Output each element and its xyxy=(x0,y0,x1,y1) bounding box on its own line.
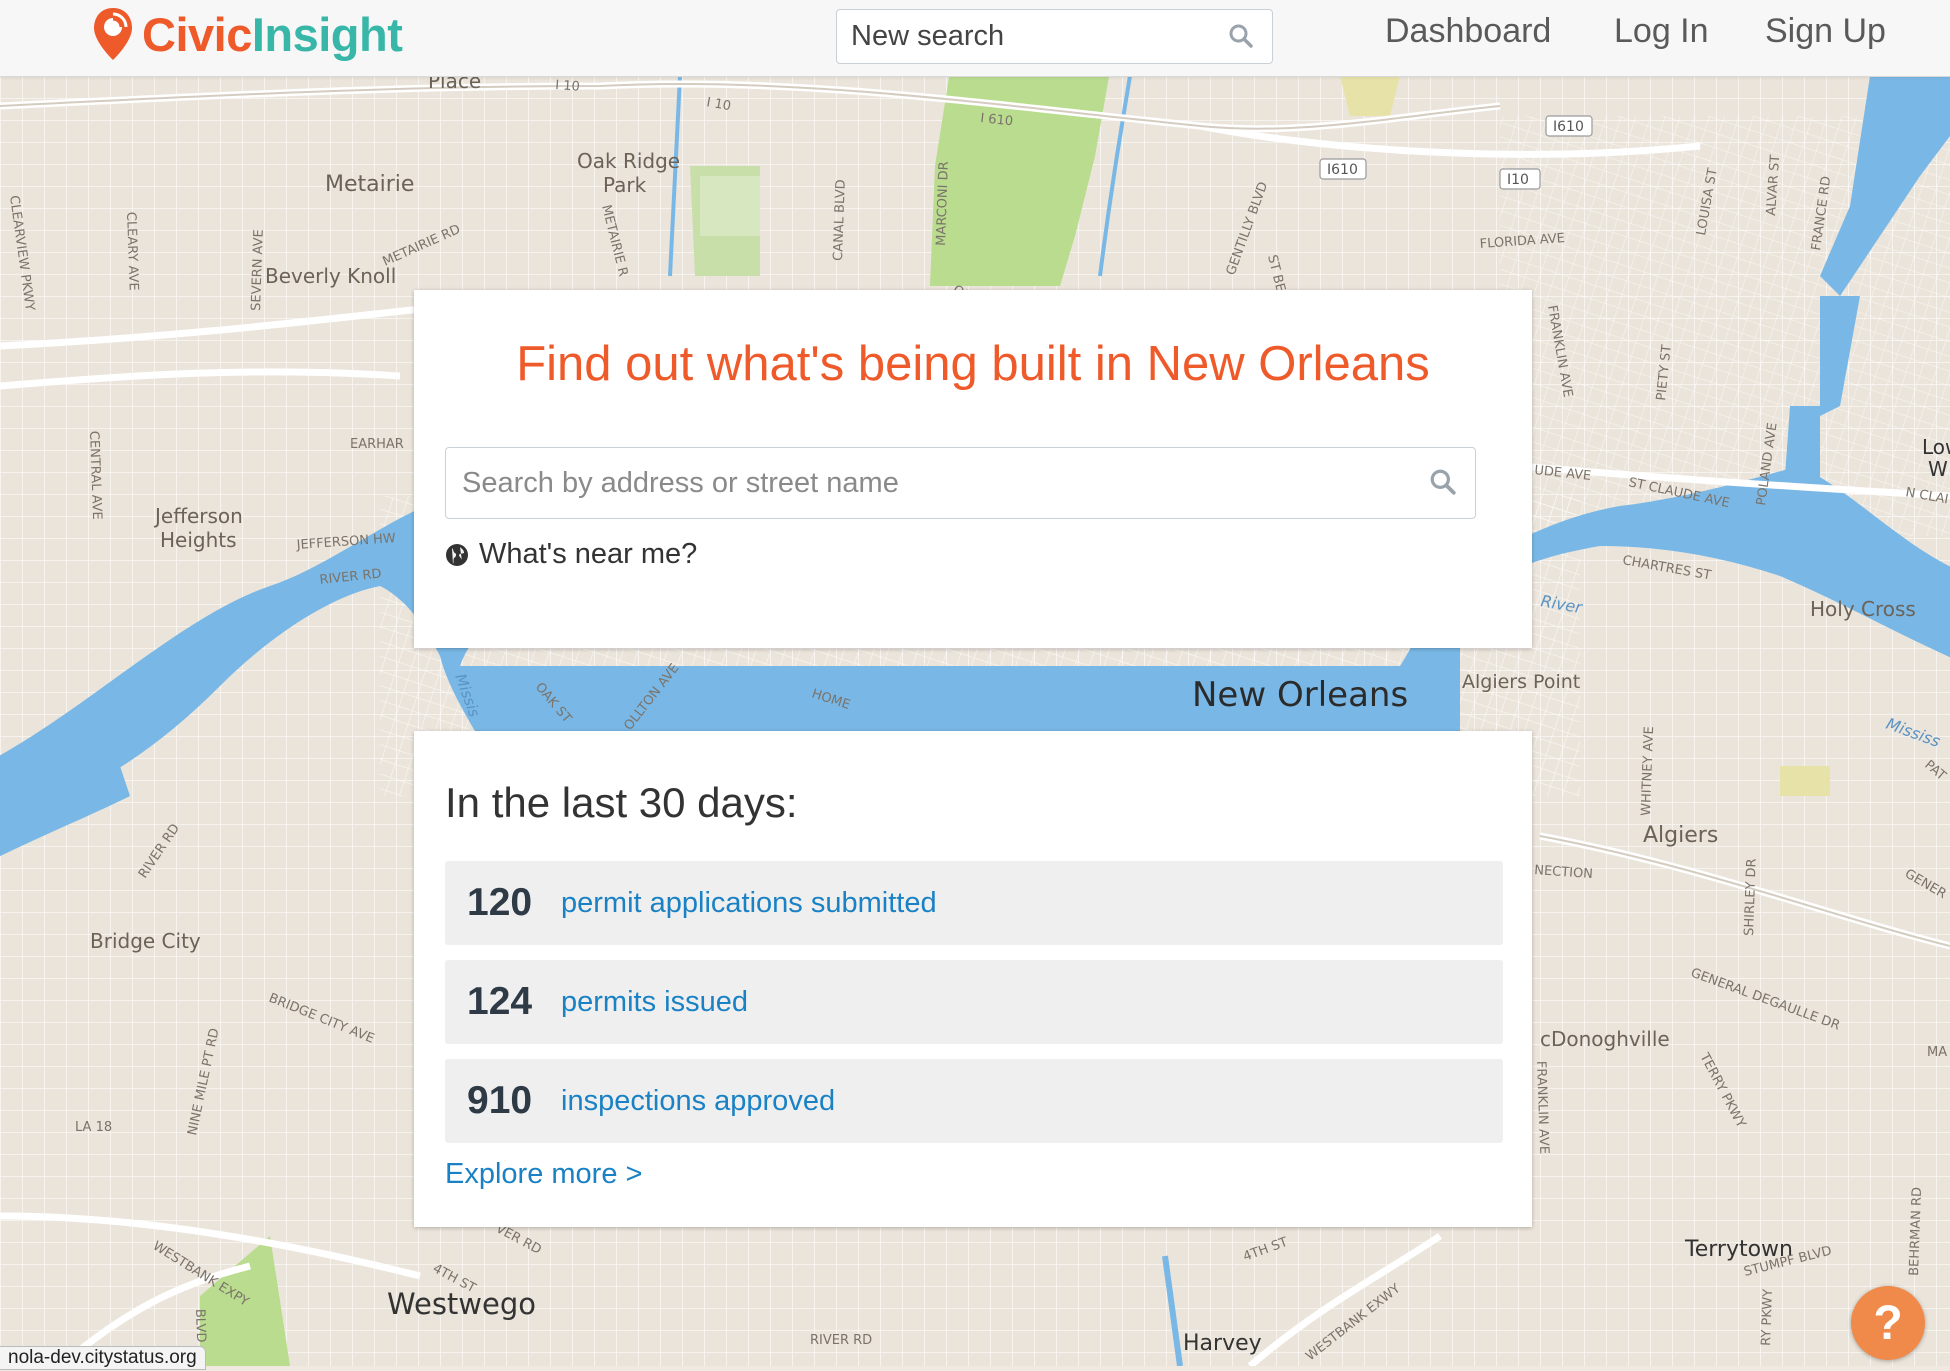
nav-dashboard[interactable]: Dashboard xyxy=(1385,12,1551,51)
stat-row-applications[interactable]: 120 permit applications submitted xyxy=(445,861,1503,945)
stat-value: 124 xyxy=(467,980,533,1023)
street-label: BLVD xyxy=(192,1309,208,1343)
search-icon[interactable] xyxy=(1429,468,1457,501)
stats-heading: In the last 30 days: xyxy=(445,779,798,826)
help-button[interactable]: ? xyxy=(1851,1286,1925,1360)
street-label: I 10 xyxy=(555,78,581,95)
place-label: Metairie xyxy=(325,172,414,197)
interstate-shield: I10 xyxy=(1499,168,1541,190)
street-label: CLEARY AVE xyxy=(123,212,141,291)
stat-link-applications[interactable]: permit applications submitted xyxy=(561,887,937,920)
place-label: Place xyxy=(428,76,481,93)
explore-more-link[interactable]: Explore more > xyxy=(445,1158,642,1191)
place-label: Algiers Point xyxy=(1462,671,1580,693)
place-label: Harvey xyxy=(1183,1331,1262,1356)
place-label: cDonoghville xyxy=(1540,1027,1670,1051)
park-area-2 xyxy=(700,176,760,236)
place-label: Holy Cross xyxy=(1810,597,1916,621)
street-label: WHITNEY AVE xyxy=(1639,726,1657,816)
street-label: BEHRMAN RD xyxy=(1907,1187,1925,1276)
place-label: Bridge City xyxy=(90,929,201,953)
place-label: Beverly Knoll xyxy=(265,264,396,288)
stat-value: 120 xyxy=(467,881,533,924)
street-label: MA xyxy=(1927,1045,1947,1060)
place-label: Algiers xyxy=(1643,823,1718,848)
globe-icon xyxy=(446,543,468,566)
street-label: LA 18 xyxy=(75,1120,112,1135)
stat-value: 910 xyxy=(467,1079,533,1122)
logo-pin-icon xyxy=(94,8,132,60)
place-label: Lowe xyxy=(1922,435,1950,459)
header-search-input[interactable] xyxy=(837,10,1211,63)
place-label: Jefferson xyxy=(153,504,243,528)
header-search xyxy=(836,9,1273,64)
svg-text:I610: I610 xyxy=(1327,162,1358,178)
near-me-label: What's near me? xyxy=(479,538,698,570)
place-label: Heights xyxy=(160,528,237,552)
park-yellow-2 xyxy=(1340,76,1400,116)
street-label: MARCONI DR xyxy=(934,161,952,246)
page-title: Find out what's being built in New Orlea… xyxy=(516,337,1430,391)
search-card: Find out what's being built in New Orlea… xyxy=(414,290,1532,648)
stats-card: In the last 30 days: 120 permit applicat… xyxy=(414,731,1532,1227)
city-label: New Orleans xyxy=(1192,675,1408,715)
logo-link[interactable]: CivicInsight xyxy=(92,2,403,66)
place-label: Westwego xyxy=(387,1287,536,1321)
street-label: RY PKWY xyxy=(1759,1289,1776,1347)
stat-row-inspections[interactable]: 910 inspections approved xyxy=(445,1059,1503,1143)
street-label: SEVERN AVE xyxy=(249,229,267,311)
place-label: Park xyxy=(603,173,647,197)
search-icon[interactable] xyxy=(1228,23,1254,54)
top-nav-bar: CivicInsight Dashboard Log In Sign Up xyxy=(0,0,1950,77)
address-search-input[interactable] xyxy=(446,448,1402,518)
nav-signup[interactable]: Sign Up xyxy=(1765,12,1886,51)
stat-link-permits[interactable]: permits issued xyxy=(561,986,748,1019)
street-label: EARHAR xyxy=(350,437,404,452)
logo-insight: Insight xyxy=(251,7,403,61)
near-me-link[interactable]: What's near me? xyxy=(445,538,697,571)
place-label: W xyxy=(1928,457,1948,481)
status-bar-url: nola-dev.citystatus.org xyxy=(0,1346,206,1370)
street-label: CENTRAL AVE xyxy=(86,431,104,520)
question-icon: ? xyxy=(1873,1296,1903,1350)
logo-civic: Civic xyxy=(142,7,252,61)
interstate-shield: I610 xyxy=(1319,158,1367,180)
address-search xyxy=(445,447,1476,519)
stat-link-inspections[interactable]: inspections approved xyxy=(561,1085,835,1118)
svg-text:I10: I10 xyxy=(1507,172,1529,188)
logo-wordmark: CivicInsight xyxy=(142,7,403,62)
park-yellow xyxy=(1780,766,1830,796)
place-label: Oak Ridge xyxy=(577,149,680,173)
stat-row-permits[interactable]: 124 permits issued xyxy=(445,960,1503,1044)
svg-text:I610: I610 xyxy=(1553,119,1584,135)
nav-login[interactable]: Log In xyxy=(1614,12,1709,51)
street-label: RIVER RD xyxy=(810,1333,872,1348)
street-label: CANAL BLVD xyxy=(831,179,849,261)
interstate-shield: I610 xyxy=(1545,115,1593,137)
street-label: SHIRLEY DR xyxy=(1742,858,1760,936)
